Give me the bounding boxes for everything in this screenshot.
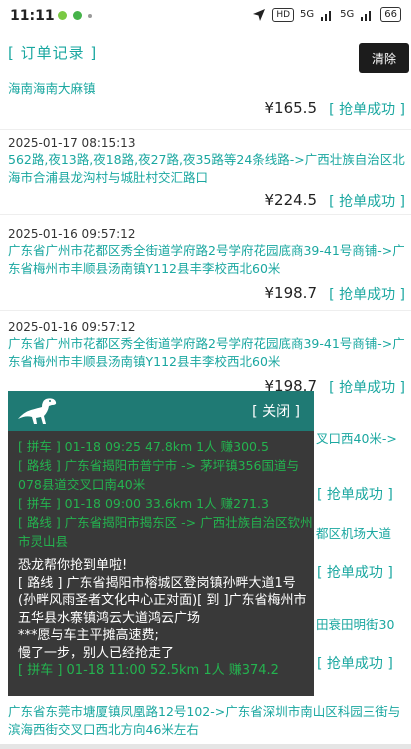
divider	[0, 129, 411, 130]
dinosaur-icon	[18, 398, 57, 424]
popup-log-lines: [ 拼车 ] 01-18 09:25 47.8km 1人 赚300.5 [ 路线…	[18, 437, 314, 551]
popup-header: [ 关闭 ]	[8, 391, 314, 431]
hd-badge: HD	[272, 7, 295, 22]
record-price: ¥224.5	[264, 191, 318, 209]
divider	[0, 310, 411, 311]
message-line: ***愿与车主平摊高速费;	[18, 628, 159, 643]
record-route: 广东省广州市花都区秀全街道学府路2号学府花园底商39-41号商铺->广东省梅州市…	[8, 336, 405, 369]
record-route: 海南海南大麻镇	[8, 81, 96, 96]
notification-icons	[58, 11, 92, 20]
status-right: HD 5G 5G 66	[252, 7, 401, 22]
signal-2-label: 5G	[340, 9, 355, 20]
log-line: [ 路线 ] 广东省揭阳市普宁市 -> 茅坪镇356国道与078县道交叉口南40…	[18, 458, 299, 492]
message-line: 慢了一步，别人已经抢走了	[18, 645, 175, 661]
message-line: 恐龙帮你抢到单啦!	[18, 558, 128, 573]
nav-bar	[0, 744, 411, 749]
record-status: [ 抢单成功 ]	[317, 487, 393, 503]
divider	[0, 214, 411, 215]
signal-icon	[321, 10, 332, 21]
record-route: 广东省广州市花都区秀全街道学府路2号学府花园底商39-41号商铺->广东省梅州市…	[8, 243, 405, 276]
record-status: [ 抢单成功 ]	[317, 656, 393, 672]
close-button[interactable]: [ 关闭 ]	[252, 401, 300, 421]
log-line: [ 拼车 ] 01-18 09:25 47.8km 1人 赚300.5	[18, 439, 269, 454]
page-title: [ 订单记录 ]	[8, 44, 98, 62]
location-icon	[253, 8, 266, 21]
popup-message: 恐龙帮你抢到单啦! [ 路线 ] 广东省揭阳市榕城区登岗镇孙畔大道1号(孙畔风雨…	[18, 557, 312, 680]
record-route-fragment: 田衰田明街30	[316, 617, 395, 632]
log-line: [ 拼车 ] 01-18 09:00 33.6km 1人 赚271.3	[18, 496, 269, 511]
message-line: [ 路线 ] 广东省揭阳市榕城区登岗镇孙畔大道1号(孙畔风雨圣者文化中心正对面)…	[18, 575, 307, 626]
record-date: 2025-01-16 09:57:12	[8, 227, 136, 241]
more-dot-icon	[88, 14, 92, 18]
log-line: [ 路线 ] 广东省揭阳市揭东区 -> 广西壮族自治区钦州市灵山县	[18, 515, 313, 549]
record-date: 2025-01-16 09:57:12	[8, 320, 136, 334]
wechat-icon	[73, 11, 82, 20]
grab-order-popup: [ 关闭 ] [ 拼车 ] 01-18 09:25 47.8km 1人 赚300…	[8, 391, 314, 696]
status-time: 11:11	[10, 8, 55, 24]
record-status: [ 抢单成功 ]	[329, 102, 405, 118]
status-bar: 11:11 HD 5G 5G 66	[0, 0, 411, 32]
record-route: 562路,夜13路,夜18路,夜27路,夜35路等24条线路->广西壮族自治区北…	[8, 152, 405, 185]
signal-2-icon	[361, 10, 372, 21]
record-status: [ 抢单成功 ]	[317, 565, 393, 581]
battery-icon: 66	[380, 7, 401, 22]
record-status: [ 抢单成功 ]	[329, 194, 405, 210]
record-route-fragment: 都区机场大道	[316, 526, 392, 541]
record-route: 广东省东莞市塘厦镇凤凰路12号102->广东省深圳市南山区科园三街与滨海西街交叉…	[8, 704, 401, 737]
app-notification-icon	[58, 11, 67, 20]
record-route-fragment: 叉口西40米->	[316, 431, 397, 446]
record-price: ¥165.5	[264, 99, 318, 117]
record-status: [ 抢单成功 ]	[329, 287, 405, 303]
record-status: [ 抢单成功 ]	[329, 380, 405, 396]
log-line: [ 拼车 ] 01-18 11:00 52.5km 1人 赚374.2	[18, 663, 279, 678]
signal-1-label: 5G	[300, 9, 315, 20]
clear-button[interactable]: 清除	[359, 43, 409, 73]
record-price: ¥198.7	[264, 284, 318, 302]
record-date: 2025-01-17 08:15:13	[8, 136, 136, 150]
